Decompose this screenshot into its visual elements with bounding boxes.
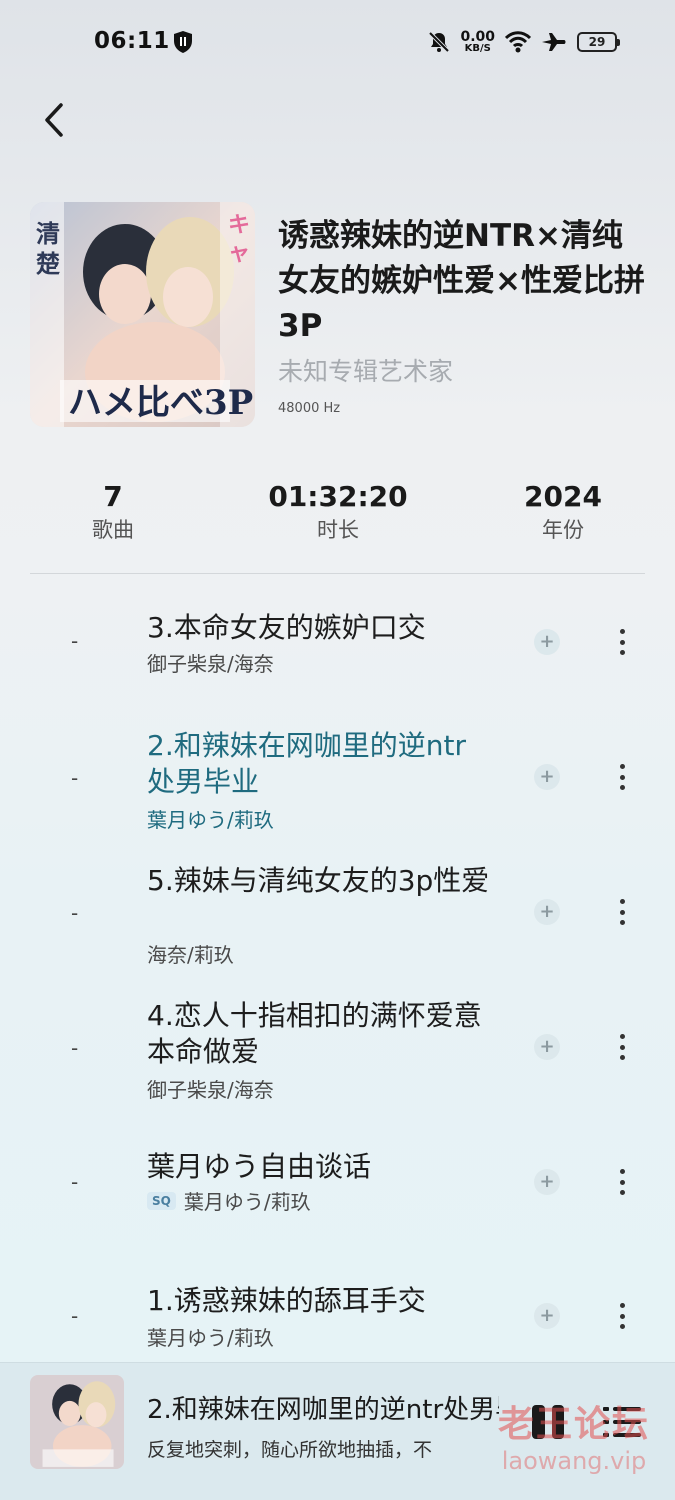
shield-icon: [174, 31, 192, 53]
back-button[interactable]: [32, 98, 76, 142]
battery-indicator: 29: [577, 32, 620, 52]
more-options-icon[interactable]: [610, 1167, 634, 1197]
stat-songs: 7 歌曲: [33, 480, 193, 546]
status-icons: 0.00 KB/S 29: [428, 24, 620, 60]
stat-year: 2024 年份: [483, 480, 643, 546]
track-artist: 海奈/莉玖: [147, 939, 234, 968]
more-options-icon[interactable]: [610, 762, 634, 792]
track-number: -: [71, 901, 79, 925]
track-title: 5.辣妹与清纯女友的3p性爱: [147, 864, 490, 897]
network-speed: 0.00 KB/S: [460, 29, 495, 54]
track-title: 4.恋人十指相扣的满怀爱意本命做爱: [147, 999, 482, 1068]
airplane-icon: [542, 33, 566, 51]
status-bar: 06:11 0.00 KB/S 29: [0, 0, 675, 86]
track-row[interactable]: - 4.恋人十指相扣的满怀爱意本命做爱 御子柴泉/海奈 +: [0, 996, 675, 1106]
track-artist: 葉月ゆう/莉玖: [147, 804, 274, 833]
add-icon[interactable]: +: [534, 899, 560, 925]
track-artist-text: 葉月ゆう/莉玖: [183, 1190, 311, 1214]
mini-player[interactable]: 2.和辣妹在网咖里的逆ntr处男毕业 反复地突刺，随心所欲地抽插，不: [0, 1362, 675, 1500]
album-artist[interactable]: 未知专辑艺术家: [278, 352, 453, 388]
stat-value: 7: [103, 480, 123, 513]
svg-text:キ: キ: [228, 212, 250, 238]
album-title: 诱惑辣妹的逆NTR×清纯女友的嫉妒性爱×性爱比拼3P: [278, 218, 645, 344]
more-options-icon[interactable]: [610, 1032, 634, 1062]
track-row[interactable]: - 5.辣妹与清纯女友的3p性爱 海奈/莉玖 +: [0, 861, 675, 971]
stat-label: 年份: [542, 518, 584, 542]
track-title: 葉月ゆう自由谈话: [147, 1150, 372, 1183]
track-row[interactable]: - 2.和辣妹在网咖里的逆ntr处男毕业 葉月ゆう/莉玖 +: [0, 726, 675, 836]
more-options-icon[interactable]: [610, 1301, 634, 1331]
track-number: -: [71, 1304, 79, 1328]
add-icon[interactable]: +: [534, 1303, 560, 1329]
player-track-title: 2.和辣妹在网咖里的逆ntr处男毕业: [147, 1395, 499, 1425]
track-artist-text: 海奈/莉玖: [147, 943, 234, 967]
more-options-icon[interactable]: [610, 897, 634, 927]
add-icon[interactable]: +: [534, 1034, 560, 1060]
quality-badge: SQ: [147, 1191, 176, 1210]
player-lyric: 反复地突刺，随心所欲地抽插，不: [147, 1439, 433, 1461]
track-number: -: [71, 629, 79, 653]
playlist-icon[interactable]: [603, 1405, 641, 1439]
track-artist: 御子柴泉/海奈: [147, 1074, 274, 1103]
svg-text:清: 清: [36, 219, 60, 248]
track-title: 2.和辣妹在网咖里的逆ntr处男毕业: [147, 729, 466, 798]
track-number: -: [71, 1170, 79, 1194]
track-number: -: [71, 766, 79, 790]
divider: [30, 573, 645, 574]
add-icon[interactable]: +: [534, 629, 560, 655]
pause-icon: [532, 1405, 545, 1439]
svg-text:楚: 楚: [36, 249, 60, 278]
track-title: 1.诱惑辣妹的舔耳手交: [147, 1284, 426, 1317]
more-options-icon[interactable]: [610, 627, 634, 657]
player-cover[interactable]: [30, 1375, 124, 1469]
album-sample-rate: 48000 Hz: [278, 401, 341, 416]
track-artist-text: 葉月ゆう/莉玖: [147, 808, 274, 832]
track-row[interactable]: - 3.本命女友的嫉妒口交 御子柴泉/海奈 +: [0, 605, 675, 705]
track-number: -: [71, 1036, 79, 1060]
player-cover-art: [30, 1375, 124, 1469]
album-cover: 清 楚 キ ャ ハメ比べ3P: [30, 202, 255, 427]
stat-value: 2024: [524, 480, 602, 513]
stat-label: 歌曲: [92, 518, 134, 542]
track-artist: 葉月ゆう/莉玖: [147, 1322, 274, 1351]
wifi-icon: [505, 31, 531, 53]
track-artist: 御子柴泉/海奈: [147, 648, 274, 677]
add-icon[interactable]: +: [534, 764, 560, 790]
track-artist: SQ 葉月ゆう/莉玖: [147, 1186, 311, 1215]
mute-bell-icon: [429, 31, 450, 53]
pause-button[interactable]: [532, 1405, 564, 1439]
album-cover-art: 清 楚 キ ャ ハメ比べ3P: [30, 202, 255, 427]
track-row[interactable]: - 葉月ゆう自由谈话 SQ 葉月ゆう/莉玖 +: [0, 1146, 675, 1236]
track-artist-text: 御子柴泉/海奈: [147, 652, 274, 676]
stat-duration: 01:32:20 时长: [258, 480, 418, 546]
track-artist-text: 御子柴泉/海奈: [147, 1078, 274, 1102]
track-row[interactable]: - 1.诱惑辣妹的舔耳手交 葉月ゆう/莉玖 +: [0, 1280, 675, 1360]
status-time: 06:11: [94, 28, 170, 54]
svg-text:ャ: ャ: [228, 240, 250, 266]
add-icon[interactable]: +: [534, 1169, 560, 1195]
svg-text:ハメ比べ3P: ハメ比べ3P: [68, 383, 253, 423]
chevron-left-icon: [45, 103, 63, 137]
track-artist-text: 葉月ゆう/莉玖: [147, 1326, 274, 1350]
stat-value: 01:32:20: [268, 480, 408, 513]
stat-label: 时长: [317, 518, 359, 542]
track-title: 3.本命女友的嫉妒口交: [147, 611, 426, 644]
